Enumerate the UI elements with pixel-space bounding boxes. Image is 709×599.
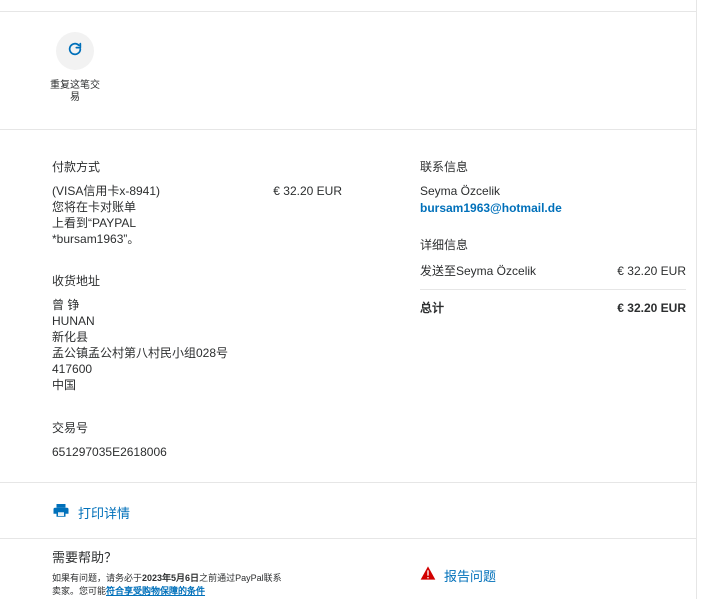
help-desc-line2-prefix: 卖家。您可能 <box>52 586 107 596</box>
transaction-id-value: 651297035E2618006 <box>52 445 167 459</box>
payment-method-line: *bursam1963”。 <box>52 232 140 246</box>
payment-method-section: 付款方式 (VISA信用卡x-8941) 您将在卡对账单 上看到“PAYPAL … <box>52 158 342 247</box>
print-details-button[interactable]: 打印详情 <box>52 502 130 523</box>
refresh-icon <box>67 41 83 62</box>
contact-email-link[interactable]: bursam1963@hotmail.de <box>420 200 562 216</box>
help-desc-mid: 之前通过PayPal联系 <box>199 573 282 583</box>
transaction-details-page: 重复这笔交易 付款方式 (VISA信用卡x-8941) 您将在卡对账单 上看到“… <box>0 0 709 599</box>
shipping-address-lines: 曾 铮 HUNAN 新化县 孟公镇孟公村第八村民小组028号 417600 中国 <box>52 297 302 393</box>
help-desc-prefix: 如果有问题，请务必于 <box>52 573 143 583</box>
payment-amount: € 32.20 EUR <box>273 184 342 198</box>
shipping-line: 曾 铮 <box>52 298 80 312</box>
help-title: 需要帮助？ <box>52 550 118 565</box>
repeat-transaction-label: 重复这笔交易 <box>50 80 100 103</box>
details-line-label: 发送至Seyma Özcelik <box>420 264 537 278</box>
details-total-amount: € 32.20 EUR <box>617 301 686 315</box>
shipping-line: HUNAN <box>52 314 95 328</box>
section-divider <box>0 538 696 539</box>
warning-icon <box>420 565 436 586</box>
contact-info-section: 联系信息 Seyma Özcelik bursam1963@hotmail.de <box>420 158 686 217</box>
purchase-protection-link[interactable]: 符合享受购物保障的条件 <box>106 586 205 596</box>
print-details-label: 打印详情 <box>78 506 131 521</box>
payment-method-line: (VISA信用卡x-8941) <box>52 184 161 198</box>
repeat-transaction-button[interactable] <box>56 32 94 70</box>
transaction-id-section: 交易号 651297035E2618006 <box>52 419 302 460</box>
payment-method-line: 您将在卡对账单 <box>52 200 137 214</box>
help-desc-date: 2023年5月6日 <box>142 573 200 583</box>
top-divider <box>0 11 696 12</box>
contact-name: Seyma Özcelik <box>420 184 501 198</box>
shipping-line: 新化县 <box>52 330 89 344</box>
details-total-row: 总计 € 32.20 EUR <box>420 300 686 316</box>
payment-method-line: 上看到“PAYPAL <box>52 216 137 230</box>
payment-method-title: 付款方式 <box>52 160 101 174</box>
details-title: 详细信息 <box>420 238 469 252</box>
section-divider <box>0 129 696 130</box>
printer-icon <box>52 502 70 523</box>
details-divider <box>420 289 686 290</box>
repeat-transaction-action[interactable]: 重复这笔交易 <box>48 32 102 104</box>
details-line-row: 发送至Seyma Özcelik € 32.20 EUR <box>420 263 686 279</box>
shipping-address-title: 收货地址 <box>52 274 101 288</box>
details-total-label: 总计 <box>420 301 445 315</box>
transaction-id-title: 交易号 <box>52 421 89 435</box>
help-description: 如果有问题，请务必于2023年5月6日之前通过PayPal联系 卖家。您可能符合… <box>52 572 352 598</box>
shipping-line: 417600 <box>52 362 93 376</box>
payment-method-row: (VISA信用卡x-8941) 您将在卡对账单 上看到“PAYPAL *burs… <box>52 183 342 247</box>
right-divider <box>696 0 697 599</box>
shipping-address-section: 收货地址 曾 铮 HUNAN 新化县 孟公镇孟公村第八村民小组028号 4176… <box>52 272 302 393</box>
shipping-line: 中国 <box>52 378 77 392</box>
payment-method-details: (VISA信用卡x-8941) 您将在卡对账单 上看到“PAYPAL *burs… <box>52 183 202 247</box>
details-section: 详细信息 发送至Seyma Özcelik € 32.20 EUR 总计 € 3… <box>420 236 686 316</box>
section-divider <box>0 482 696 483</box>
help-section: 需要帮助？ 如果有问题，请务必于2023年5月6日之前通过PayPal联系 卖家… <box>52 550 352 598</box>
details-line-amount: € 32.20 EUR <box>617 264 686 278</box>
shipping-line: 孟公镇孟公村第八村民小组028号 <box>52 346 229 360</box>
report-problem-button[interactable]: 报告问题 <box>420 565 496 586</box>
report-problem-label: 报告问题 <box>444 569 497 584</box>
contact-info-title: 联系信息 <box>420 160 469 174</box>
